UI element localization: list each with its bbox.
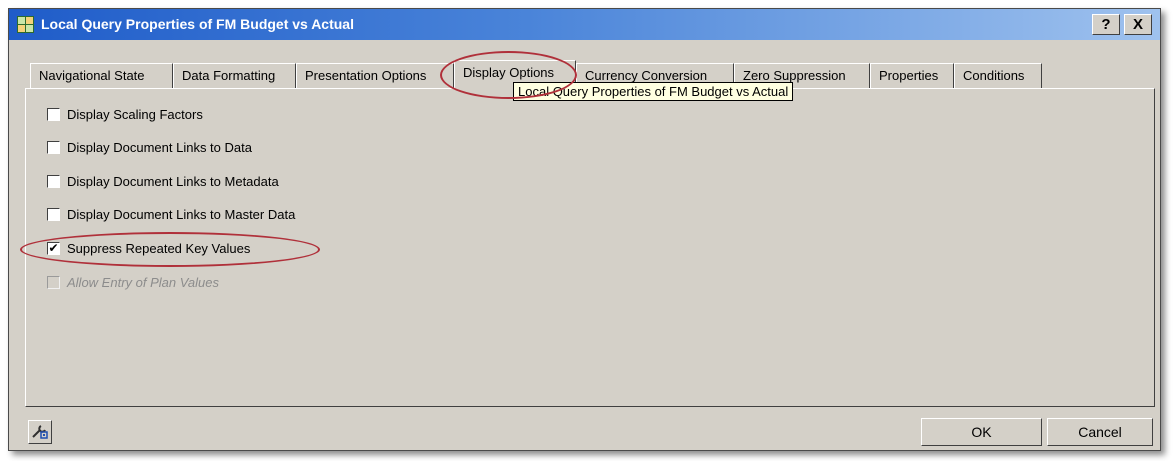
checkbox-checked[interactable]: ✔ (47, 242, 60, 255)
window-title: Local Query Properties of FM Budget vs A… (41, 16, 354, 32)
wrench-tools-icon (32, 425, 48, 439)
tools-button[interactable] (28, 420, 52, 444)
tab-conditions[interactable]: Conditions (954, 63, 1042, 89)
title-bar[interactable]: Local Query Properties of FM Budget vs A… (9, 9, 1160, 40)
cancel-button[interactable]: Cancel (1047, 418, 1153, 446)
tab-properties[interactable]: Properties (870, 63, 954, 89)
tab-data-formatting[interactable]: Data Formatting (173, 63, 296, 89)
tab-navigational-state[interactable]: Navigational State (30, 63, 173, 89)
checkbox[interactable] (47, 175, 60, 188)
checkbox[interactable] (47, 141, 60, 154)
option-label: Display Document Links to Metadata (67, 174, 279, 189)
option-label: Allow Entry of Plan Values (67, 275, 219, 290)
option-label: Suppress Repeated Key Values (67, 241, 251, 256)
ok-button[interactable]: OK (921, 418, 1042, 446)
tooltip: Local Query Properties of FM Budget vs A… (513, 82, 794, 101)
checkbox[interactable] (47, 208, 60, 221)
close-button[interactable]: X (1124, 14, 1152, 35)
option-label: Display Document Links to Data (67, 140, 252, 155)
checkbox[interactable] (47, 108, 60, 121)
option-label: Display Document Links to Master Data (67, 207, 296, 222)
checkbox-disabled (47, 276, 60, 289)
help-title-button[interactable]: ? (1092, 14, 1120, 35)
option-label: Display Scaling Factors (67, 107, 203, 122)
query-properties-icon (17, 16, 34, 33)
tab-presentation-options[interactable]: Presentation Options (296, 63, 454, 89)
